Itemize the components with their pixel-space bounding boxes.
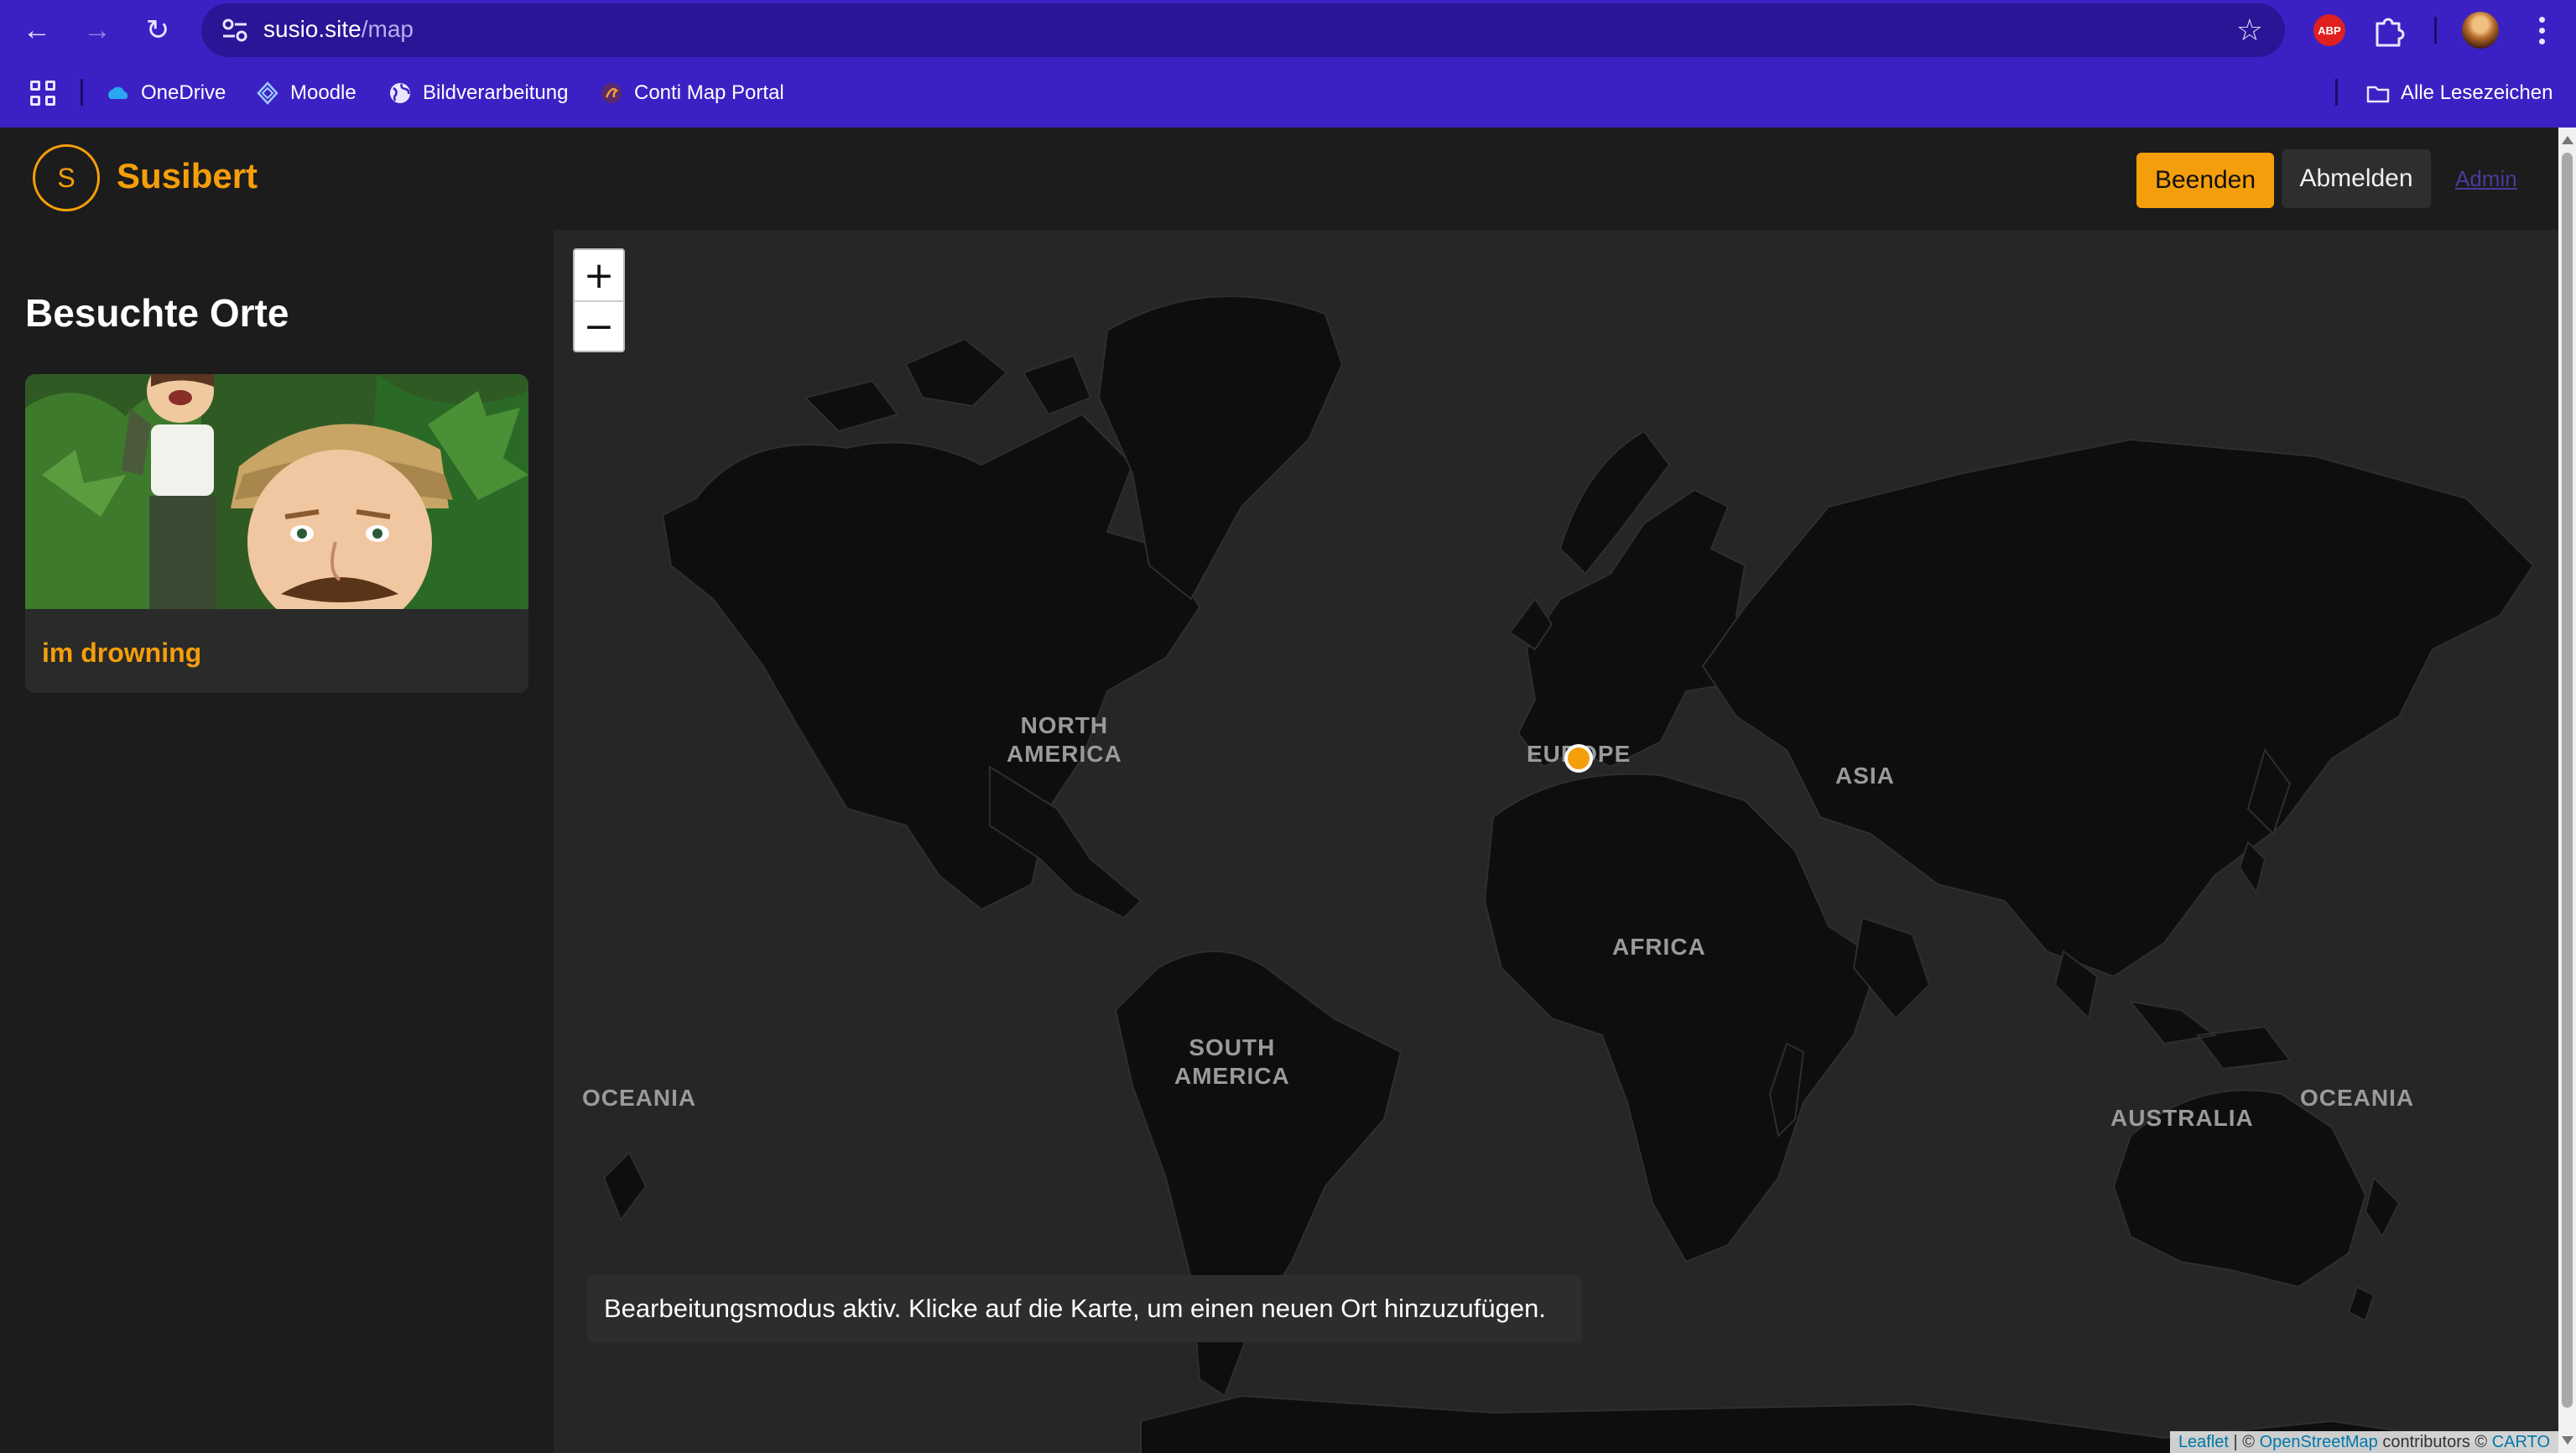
- bookmark-label: OneDrive: [141, 81, 226, 104]
- bookmark-moodle[interactable]: Moodle: [255, 77, 356, 109]
- site-settings-icon[interactable]: [220, 15, 250, 45]
- label-africa: AFRICA: [1612, 934, 1706, 960]
- url-host: susio.site: [263, 16, 362, 42]
- label-north-america-line2: AMERICA: [1007, 741, 1122, 767]
- zoom-in-button[interactable]: +: [575, 250, 623, 300]
- map[interactable]: + − NORTH AMERICA SOUTH AMERICA EUROPE A…: [554, 230, 2558, 1453]
- edit-mode-notice: Bearbeitungsmodus aktiv. Klicke auf die …: [587, 1275, 1582, 1342]
- logo[interactable]: S: [33, 144, 100, 211]
- label-asia: ASIA: [1835, 763, 1895, 789]
- toolbar-divider: [2434, 17, 2437, 44]
- attribution-sep: | ©: [2229, 1433, 2260, 1451]
- forward-arrow-icon[interactable]: →: [77, 10, 117, 50]
- app-header: S Susibert Beenden Abmelden Admin: [0, 128, 2558, 230]
- label-north-america: NORTH AMERICA: [1007, 711, 1122, 768]
- map-attribution: Leaflet | © OpenStreetMap contributors ©…: [2169, 1431, 2558, 1453]
- label-south-america-line2: AMERICA: [1174, 1063, 1290, 1089]
- place-card-image: [25, 374, 528, 609]
- attribution-mid: contributors ©: [2377, 1433, 2492, 1451]
- label-south-america: SOUTH AMERICA: [1174, 1034, 1290, 1091]
- profile-avatar[interactable]: [2462, 12, 2499, 49]
- place-marker[interactable]: [1564, 744, 1593, 773]
- bookmarks-divider: [81, 79, 83, 106]
- label-australia: AUSTRALIA: [2110, 1105, 2254, 1131]
- bookmark-bildverarbeitung[interactable]: Bildverarbeitung: [388, 77, 568, 109]
- moodle-icon: [257, 81, 278, 105]
- folder-icon: [2366, 86, 2390, 103]
- zoom-out-button[interactable]: −: [575, 300, 623, 351]
- browser-menu-icon[interactable]: [2528, 10, 2555, 50]
- admin-link[interactable]: Admin: [2455, 166, 2517, 192]
- address-bar[interactable]: susio.site/map ☆: [201, 3, 2285, 57]
- browser-toolbar: ← → ↻ susio.site/map ☆ ABP: [0, 0, 2576, 60]
- bookmarks-bar: OneDrive Moodle Bildverarbeitung Conti M…: [0, 67, 2576, 117]
- bookmark-onedrive[interactable]: OneDrive: [106, 77, 226, 109]
- conti-icon: [601, 83, 622, 103]
- label-oceania-right: OCEANIA: [2300, 1085, 2415, 1111]
- apps-grid-icon[interactable]: [30, 81, 55, 106]
- bookmark-label: Moodle: [290, 81, 356, 104]
- finish-button[interactable]: Beenden: [2136, 153, 2274, 208]
- reload-icon[interactable]: ↻: [138, 10, 178, 50]
- bookmark-label: Bildverarbeitung: [423, 81, 569, 104]
- world-map[interactable]: [554, 230, 2558, 1453]
- bookmarks-divider: [2335, 79, 2338, 106]
- extensions-puzzle-icon[interactable]: [2370, 12, 2407, 49]
- scroll-thumb[interactable]: [2562, 153, 2573, 1408]
- browser-chrome: ← → ↻ susio.site/map ☆ ABP OneDrive Mood…: [0, 0, 2576, 128]
- carto-link[interactable]: CARTO: [2492, 1433, 2550, 1451]
- label-oceania-left: OCEANIA: [582, 1085, 697, 1111]
- scroll-up-arrow-icon[interactable]: [2562, 136, 2573, 144]
- scroll-down-arrow-icon[interactable]: [2562, 1436, 2573, 1445]
- osm-link[interactable]: OpenStreetMap: [2260, 1433, 2378, 1451]
- onedrive-icon: [108, 86, 128, 99]
- label-south-america-line1: SOUTH: [1189, 1034, 1276, 1060]
- sidebar-title: Besuchte Orte: [25, 291, 289, 335]
- logout-button[interactable]: Abmelden: [2282, 149, 2431, 208]
- page-scrollbar[interactable]: [2558, 128, 2576, 1453]
- url-text: susio.site/map: [263, 16, 414, 43]
- bookmark-label: Conti Map Portal: [634, 81, 784, 104]
- globe-icon: [390, 83, 410, 103]
- adblock-extension-icon[interactable]: ABP: [2313, 14, 2345, 46]
- back-arrow-icon[interactable]: ←: [17, 10, 57, 50]
- brand-name[interactable]: Susibert: [117, 156, 258, 196]
- bookmark-conti-map-portal[interactable]: Conti Map Portal: [599, 77, 784, 109]
- bookmark-star-icon[interactable]: ☆: [2236, 13, 2263, 47]
- place-card[interactable]: im drowning: [25, 374, 528, 693]
- url-path: /map: [361, 16, 414, 42]
- label-north-america-line1: NORTH: [1020, 712, 1109, 738]
- place-title: im drowning: [42, 638, 202, 668]
- sidebar: Besuchte Orte im drowning: [0, 230, 554, 1453]
- all-bookmarks-label: Alle Lesezeichen: [2401, 81, 2553, 104]
- zoom-control: + −: [573, 248, 625, 352]
- leaflet-link[interactable]: Leaflet: [2178, 1433, 2229, 1451]
- all-bookmarks[interactable]: Alle Lesezeichen: [2365, 77, 2553, 109]
